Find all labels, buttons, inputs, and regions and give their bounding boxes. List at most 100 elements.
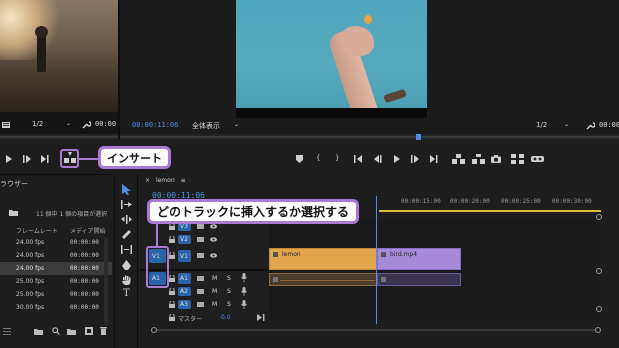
microphone-icon[interactable] — [241, 273, 247, 282]
lock-icon[interactable] — [169, 288, 175, 295]
clip-lemon-audio[interactable] — [269, 273, 377, 286]
hand-tool-icon[interactable] — [122, 275, 131, 285]
timeline-tab[interactable]: × lemon ≡ — [145, 177, 186, 184]
project-scrollbar[interactable] — [104, 237, 108, 325]
wrench-icon[interactable] — [82, 120, 91, 129]
step-back-button[interactable] — [373, 155, 382, 163]
mark-out-button[interactable]: } — [335, 154, 339, 162]
clip-bird-video[interactable]: bird.mp4 — [377, 248, 461, 270]
chevron-down-icon: ⌄ — [66, 120, 72, 127]
insert-callout-text: インサート — [107, 152, 162, 165]
mute-toggle[interactable]: M — [212, 301, 217, 308]
sequence-name: lemon — [155, 177, 175, 184]
program-zoom-dropdown[interactable]: 1/2 ⌄ — [536, 121, 576, 131]
mark-in-button[interactable]: { — [316, 154, 320, 162]
lock-icon[interactable] — [169, 252, 175, 259]
go-to-in-button[interactable] — [354, 155, 363, 163]
razor-tool-icon[interactable] — [122, 230, 131, 239]
clips-area[interactable]: lemon bird.mp4 — [269, 196, 599, 324]
mute-toggle[interactable]: M — [212, 288, 217, 295]
mute-toggle[interactable]: M — [212, 275, 217, 282]
solo-toggle[interactable]: S — [227, 288, 231, 295]
sync-lock-icon[interactable] — [197, 223, 204, 230]
sync-lock-icon[interactable] — [197, 236, 204, 243]
lock-icon[interactable] — [169, 314, 175, 321]
go-to-out-button[interactable] — [430, 155, 439, 163]
row-start: 00:00:00 — [70, 252, 99, 259]
multicam-icon[interactable] — [511, 154, 524, 164]
clip-bird-audio[interactable] — [377, 273, 461, 286]
source-zoom-dropdown[interactable]: 1/2 ⌄ — [32, 120, 72, 130]
column-media-start[interactable]: メディア開始 — [70, 226, 112, 235]
eye-icon[interactable] — [210, 224, 217, 229]
go-to-out-button[interactable] — [41, 155, 50, 163]
vertical-zoom-handle[interactable] — [596, 306, 602, 312]
column-framerate[interactable]: フレームレート — [16, 226, 58, 235]
project-panel-title[interactable]: ラウザー — [0, 179, 28, 189]
type-tool-icon[interactable]: T — [123, 288, 130, 299]
step-forward-button[interactable] — [411, 155, 420, 163]
lift-button[interactable] — [452, 154, 465, 164]
program-preview-image — [236, 0, 427, 108]
new-item-icon[interactable] — [85, 327, 93, 335]
list-item[interactable]: 25.00 fps 00:00:00 — [0, 288, 112, 301]
insert-callout: インサート — [98, 146, 171, 169]
solo-toggle[interactable]: S — [227, 301, 231, 308]
track-select-callout-text: どのトラックに挿入するか選択する — [157, 205, 350, 219]
clip-lemon-video[interactable]: lemon — [269, 248, 377, 270]
folder-icon[interactable] — [67, 328, 76, 335]
lock-icon[interactable] — [169, 223, 175, 230]
wrench-icon[interactable] — [586, 121, 595, 130]
play-button[interactable] — [393, 155, 401, 163]
lock-icon[interactable] — [169, 301, 175, 308]
slip-tool-icon[interactable] — [121, 245, 132, 254]
solo-toggle[interactable]: S — [227, 275, 231, 282]
row-fps: 30.00 fps — [16, 304, 45, 311]
play-button[interactable] — [5, 155, 13, 163]
program-fit-dropdown[interactable]: 全体表示 ⌄ — [192, 121, 244, 131]
sync-lock-icon[interactable] — [197, 288, 204, 295]
master-volume[interactable]: 0.0 — [221, 314, 231, 321]
work-area-bar[interactable] — [379, 210, 601, 212]
track-row-a2: A2 M S — [167, 287, 267, 297]
extract-button[interactable] — [472, 154, 485, 164]
add-marker-button[interactable] — [296, 155, 303, 163]
sync-lock-icon[interactable] — [197, 301, 204, 308]
sync-lock-icon[interactable] — [197, 252, 204, 259]
folder-icon — [9, 209, 18, 216]
vr-video-icon[interactable] — [531, 154, 544, 164]
microphone-icon[interactable] — [241, 300, 247, 309]
list-item[interactable]: 24.00 fps 00:00:00 — [0, 249, 112, 262]
go-to-end-icon[interactable] — [257, 314, 265, 321]
list-view-icon[interactable] — [3, 328, 11, 335]
step-forward-button[interactable] — [23, 155, 32, 163]
trash-icon[interactable] — [100, 327, 107, 335]
insert-button-highlight — [60, 149, 79, 168]
selection-tool-icon[interactable] — [122, 184, 131, 195]
sync-lock-icon[interactable] — [197, 275, 204, 282]
list-item[interactable]: 30.00 fps 00:00:00 — [0, 301, 112, 314]
source-settings-button[interactable] — [2, 121, 10, 129]
vertical-zoom-handle[interactable] — [596, 268, 602, 274]
pen-tool-icon[interactable] — [122, 260, 131, 270]
list-item[interactable]: 25.00 fps 00:00:00 — [0, 275, 112, 288]
ripple-edit-tool-icon[interactable] — [121, 215, 132, 224]
eye-icon[interactable] — [210, 253, 217, 258]
eye-icon[interactable] — [210, 237, 217, 242]
microphone-icon[interactable] — [241, 287, 247, 296]
close-icon[interactable]: × — [145, 177, 150, 184]
camera-icon[interactable] — [491, 155, 501, 163]
list-item-selected[interactable]: 24.00 fps 00:00:00 — [0, 262, 112, 275]
lock-icon[interactable] — [169, 275, 175, 282]
row-start: 00:00:00 — [70, 291, 99, 298]
new-bin-icon[interactable] — [34, 328, 43, 335]
menu-icon[interactable]: ≡ — [181, 177, 186, 184]
track-select-callout: どのトラックに挿入するか選択する — [147, 199, 360, 224]
search-icon[interactable] — [52, 327, 60, 335]
lock-icon[interactable] — [169, 236, 175, 243]
timeline-scrollbar[interactable] — [151, 327, 601, 333]
source-timecode: 00:00 — [95, 120, 117, 128]
list-item[interactable]: 24.00 fps 00:00:00 — [0, 236, 112, 249]
timeline-playhead-line[interactable] — [376, 196, 377, 324]
track-select-tool-icon[interactable] — [121, 200, 132, 209]
